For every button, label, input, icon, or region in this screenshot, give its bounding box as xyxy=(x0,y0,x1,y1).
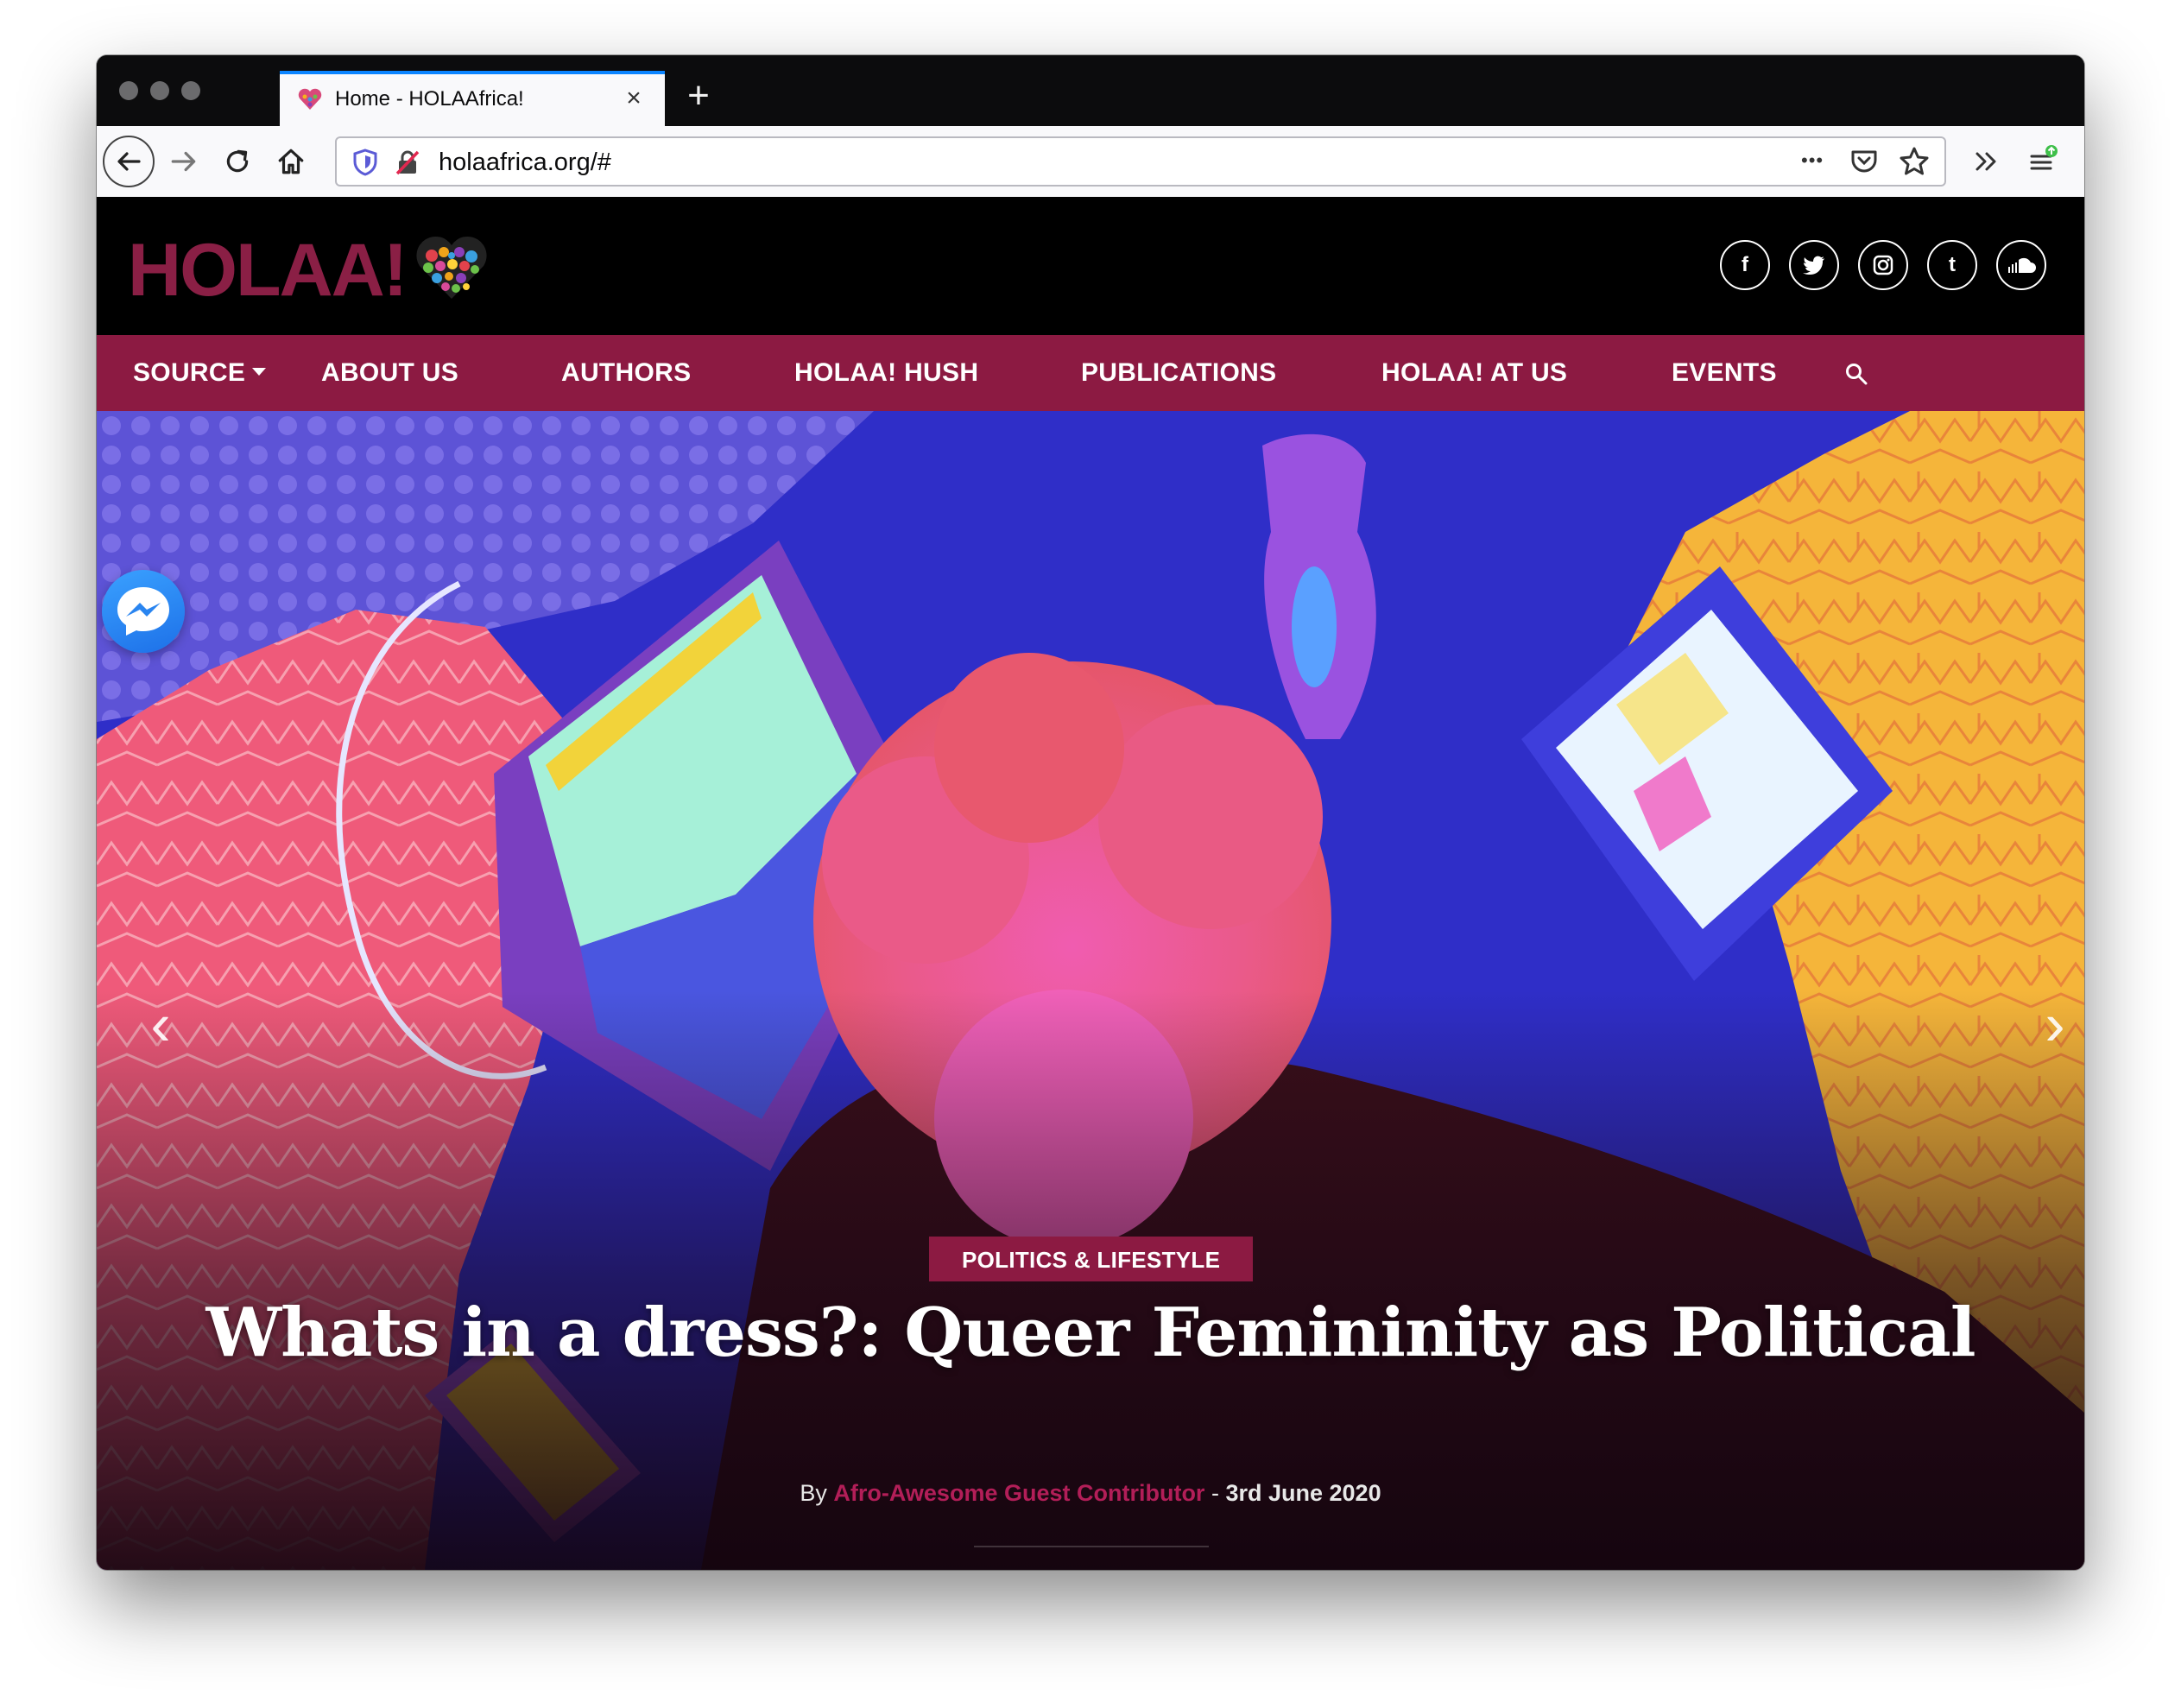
slider-next-arrow-icon[interactable]: › xyxy=(2029,990,2081,1059)
article-headline[interactable]: Whats in a dress?: Queer Femininity as P… xyxy=(97,1290,2084,1376)
nav-item-label: HOLAA! AT US xyxy=(1381,358,1568,387)
twitter-bird-icon xyxy=(1803,256,1824,275)
facebook-glyph: f xyxy=(1742,253,1748,276)
twitter-icon[interactable] xyxy=(1789,240,1839,290)
soundcloud-cloud-icon xyxy=(2008,257,2036,273)
app-menu-button[interactable] xyxy=(2015,135,2069,188)
tumblr-icon[interactable]: t xyxy=(1927,240,1977,290)
tumblr-glyph: t xyxy=(1949,253,1956,276)
main-navigation: SOURCE ABOUT US AUTHORS HOLAA! HUSH PUBL… xyxy=(97,335,2084,411)
nav-item-events[interactable]: EVENTS xyxy=(1672,335,1777,411)
browser-window: Home - HOLAAfrica! × + holaafrica.org/# … xyxy=(97,55,2084,1570)
new-tab-button[interactable]: + xyxy=(677,76,720,119)
forward-button[interactable] xyxy=(157,135,211,188)
byline-prefix: By xyxy=(800,1480,827,1506)
heart-favicon-icon xyxy=(298,88,322,110)
mosaic-heart-logo-icon[interactable] xyxy=(414,233,489,302)
headline-text: Whats in a dress?: Queer Femininity as P… xyxy=(205,1294,1976,1372)
site-header: HOLAA! f t xyxy=(97,197,2084,335)
minimize-window-button[interactable] xyxy=(150,81,169,100)
nav-item-holaa-hush[interactable]: HOLAA! HUSH xyxy=(794,335,978,411)
zoom-window-button[interactable] xyxy=(181,81,200,100)
url-text: holaafrica.org/# xyxy=(439,149,611,176)
byline-separator: - xyxy=(1211,1480,1219,1506)
forward-arrow-icon xyxy=(171,151,196,172)
instagram-icon[interactable] xyxy=(1858,240,1908,290)
insecure-lock-icon[interactable] xyxy=(394,149,421,176)
nav-item-about-us[interactable]: ABOUT US xyxy=(321,335,458,411)
address-bar[interactable]: holaafrica.org/# ••• xyxy=(335,136,1946,187)
article-date: 3rd June 2020 xyxy=(1225,1480,1381,1506)
site-logo-text[interactable]: HOLAA! xyxy=(128,231,408,309)
nav-item-publications[interactable]: PUBLICATIONS xyxy=(1081,335,1276,411)
nav-item-holaa-at-us[interactable]: HOLAA! AT US xyxy=(1381,335,1567,411)
author-link[interactable]: Afro-Awesome Guest Contributor xyxy=(833,1480,1204,1506)
nav-item-label: ABOUT US xyxy=(321,358,459,387)
double-chevron-icon xyxy=(1976,152,1996,171)
nav-item-label: EVENTS xyxy=(1672,358,1777,387)
page-actions-menu-icon[interactable]: ••• xyxy=(1801,143,1824,178)
browser-toolbar: holaafrica.org/# ••• xyxy=(97,126,2084,198)
search-icon xyxy=(1846,364,1868,385)
home-button[interactable] xyxy=(264,135,318,188)
browser-tab[interactable]: Home - HOLAAfrica! × xyxy=(280,71,665,126)
reload-icon xyxy=(226,149,249,173)
nav-item-label: SOURCE xyxy=(133,358,246,387)
tab-strip: Home - HOLAAfrica! × + xyxy=(97,55,2084,126)
back-arrow-icon xyxy=(103,136,155,187)
category-badge[interactable]: POLITICS & LIFESTYLE xyxy=(929,1237,1254,1281)
featured-slider[interactable]: ‹ › POLITICS & LIFESTYLE Whats in a dres… xyxy=(97,411,2084,1570)
home-icon xyxy=(278,149,304,174)
tab-title: Home - HOLAAfrica! xyxy=(335,87,524,111)
chevron-down-icon xyxy=(252,367,267,376)
nav-item-label: AUTHORS xyxy=(561,358,692,387)
messenger-icon xyxy=(117,587,169,636)
hero-gradient-overlay xyxy=(97,411,2084,1570)
article-byline: By Afro-Awesome Guest Contributor - 3rd … xyxy=(97,1478,2084,1508)
instagram-camera-icon xyxy=(1873,255,1893,275)
nav-item-label: HOLAA! HUSH xyxy=(794,358,979,387)
pocket-icon[interactable] xyxy=(1849,147,1879,176)
nav-item-label: PUBLICATIONS xyxy=(1081,358,1277,387)
nav-item-authors[interactable]: AUTHORS xyxy=(561,335,691,411)
reload-button[interactable] xyxy=(211,135,264,188)
overflow-chevron-button[interactable] xyxy=(1960,135,2013,188)
back-button[interactable] xyxy=(102,135,155,188)
tab-active-indicator xyxy=(280,71,665,74)
nav-search-button[interactable] xyxy=(1844,335,1868,411)
bookmark-star-icon[interactable] xyxy=(1898,145,1931,178)
hamburger-menu-icon xyxy=(2030,145,2058,170)
soundcloud-icon[interactable] xyxy=(1996,240,2046,290)
facebook-icon[interactable]: f xyxy=(1720,240,1770,290)
close-window-button[interactable] xyxy=(119,81,138,100)
byline-divider xyxy=(974,1546,1209,1547)
messenger-chat-button[interactable] xyxy=(102,570,185,653)
tracking-protection-shield-icon[interactable] xyxy=(352,149,378,176)
nav-item-source[interactable]: SOURCE xyxy=(133,335,267,411)
slider-prev-arrow-icon[interactable]: ‹ xyxy=(135,990,186,1059)
tab-close-icon[interactable]: × xyxy=(618,83,649,114)
